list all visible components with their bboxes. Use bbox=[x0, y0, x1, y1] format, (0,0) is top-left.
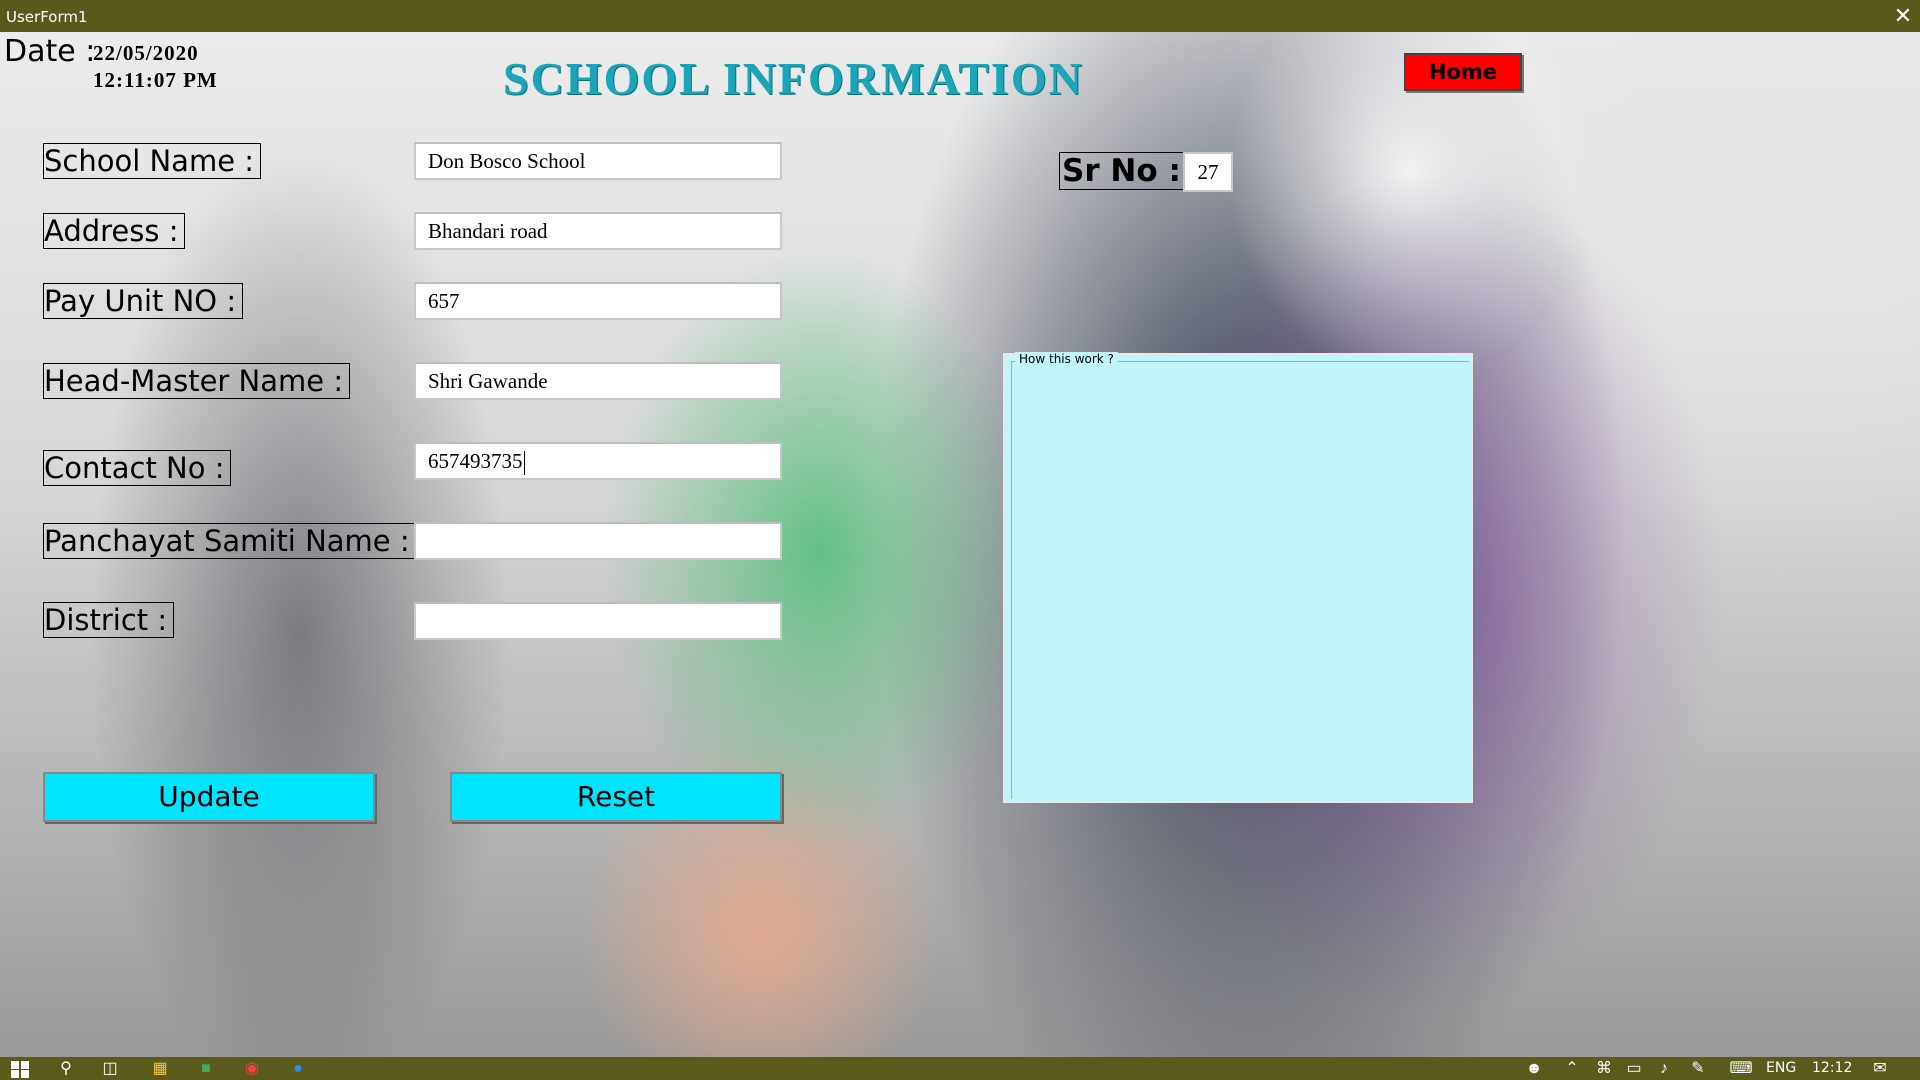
chevron-up-icon[interactable]: ⌃ bbox=[1562, 1059, 1582, 1078]
pay-unit-no-label: Pay Unit NO : bbox=[43, 283, 244, 319]
task-view-icon[interactable]: ◫ bbox=[100, 1059, 120, 1078]
school-name-label: School Name : bbox=[43, 143, 262, 179]
date-value: 22/05/2020 bbox=[93, 41, 199, 65]
chrome-icon[interactable]: ◉ bbox=[242, 1059, 262, 1078]
zoom-icon[interactable]: ● bbox=[288, 1059, 308, 1078]
head-master-name-input[interactable]: Shri Gawande bbox=[414, 362, 782, 400]
windows-icon[interactable] bbox=[10, 1059, 30, 1078]
file-explorer-icon[interactable]: ▦ bbox=[150, 1059, 170, 1078]
contact-no-label: Contact No : bbox=[43, 450, 232, 486]
volume-icon[interactable]: ♪ bbox=[1654, 1059, 1674, 1078]
panchayat-samiti-name-input[interactable] bbox=[414, 522, 782, 560]
panchayat-samiti-name-label: Panchayat Samiti Name : bbox=[43, 523, 417, 559]
school-name-input[interactable]: Don Bosco School bbox=[414, 142, 782, 180]
taskbar-clock[interactable]: 12:12 bbox=[1812, 1060, 1852, 1076]
excel-icon[interactable]: ■ bbox=[196, 1059, 216, 1078]
time-value: 12:11:07 PM bbox=[93, 68, 218, 92]
language-indicator[interactable]: ENG bbox=[1766, 1060, 1796, 1076]
how-this-work-frame: How this work ? bbox=[1003, 352, 1473, 803]
keyboard-icon[interactable]: ⌨ bbox=[1726, 1059, 1756, 1078]
district-input[interactable] bbox=[414, 602, 782, 640]
address-label: Address : bbox=[43, 213, 186, 249]
help-frame-border bbox=[1011, 361, 1469, 799]
update-button[interactable]: Update bbox=[43, 772, 375, 822]
reset-button[interactable]: Reset bbox=[450, 772, 782, 822]
window-title-bar: UserForm1 ✕ bbox=[0, 0, 1920, 32]
sr-no-input[interactable]: 27 bbox=[1183, 152, 1233, 192]
text-caret bbox=[523, 451, 525, 476]
pay-unit-no-input[interactable]: 657 bbox=[414, 282, 782, 320]
date-label: Date : bbox=[4, 34, 96, 69]
head-master-name-label: Head-Master Name : bbox=[43, 363, 351, 399]
taskbar: ⚲ ◫ ▦ ■ ◉ ● ☻ ⌃ ⌘ ▭ ♪ ✎ ⌨ ENG 12:12 ✉ bbox=[0, 1057, 1920, 1080]
page-title: SCHOOL INFORMATION bbox=[503, 53, 1084, 104]
district-label: District : bbox=[43, 602, 175, 638]
form-client-area: Date : 22/05/2020 12:11:07 PM SCHOOL INF… bbox=[0, 32, 1920, 1057]
window-title: UserForm1 bbox=[6, 8, 88, 26]
how-this-work-legend: How this work ? bbox=[1015, 352, 1118, 366]
notification-icon[interactable]: ✉ bbox=[1870, 1059, 1890, 1078]
search-icon[interactable]: ⚲ bbox=[56, 1059, 76, 1078]
contact-no-input[interactable]: 657493735 bbox=[414, 442, 782, 480]
close-icon[interactable]: ✕ bbox=[1890, 2, 1916, 30]
network-icon[interactable]: ⌘ bbox=[1594, 1059, 1614, 1078]
home-button[interactable]: Home bbox=[1404, 53, 1522, 91]
address-input[interactable]: Bhandari road bbox=[414, 212, 782, 250]
pen-icon[interactable]: ✎ bbox=[1688, 1059, 1708, 1078]
battery-icon[interactable]: ▭ bbox=[1624, 1059, 1644, 1078]
sr-no-label: Sr No : bbox=[1059, 152, 1184, 190]
people-icon[interactable]: ☻ bbox=[1524, 1059, 1544, 1078]
contact-no-value: 657493735 bbox=[428, 449, 523, 473]
